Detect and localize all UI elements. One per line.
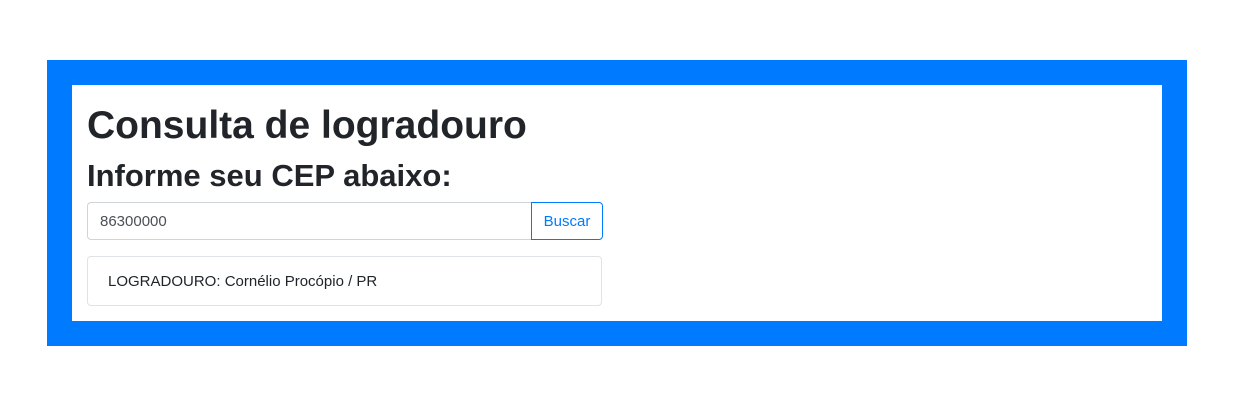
result-label: LOGRADOURO: <box>108 272 221 290</box>
cep-input[interactable] <box>87 202 531 240</box>
search-button[interactable]: Buscar <box>531 202 603 240</box>
page-title: Consulta de logradouro <box>87 104 527 147</box>
cep-search-group: Buscar <box>87 202 603 240</box>
result-value: Cornélio Procópio / PR <box>224 272 378 290</box>
page-frame: Consulta de logradouro Informe seu CEP a… <box>47 60 1187 346</box>
page-subtitle: Informe seu CEP abaixo: <box>87 158 452 193</box>
result-box: LOGRADOURO: Cornélio Procópio / PR <box>87 256 602 306</box>
content-panel: Consulta de logradouro Informe seu CEP a… <box>72 85 1162 321</box>
